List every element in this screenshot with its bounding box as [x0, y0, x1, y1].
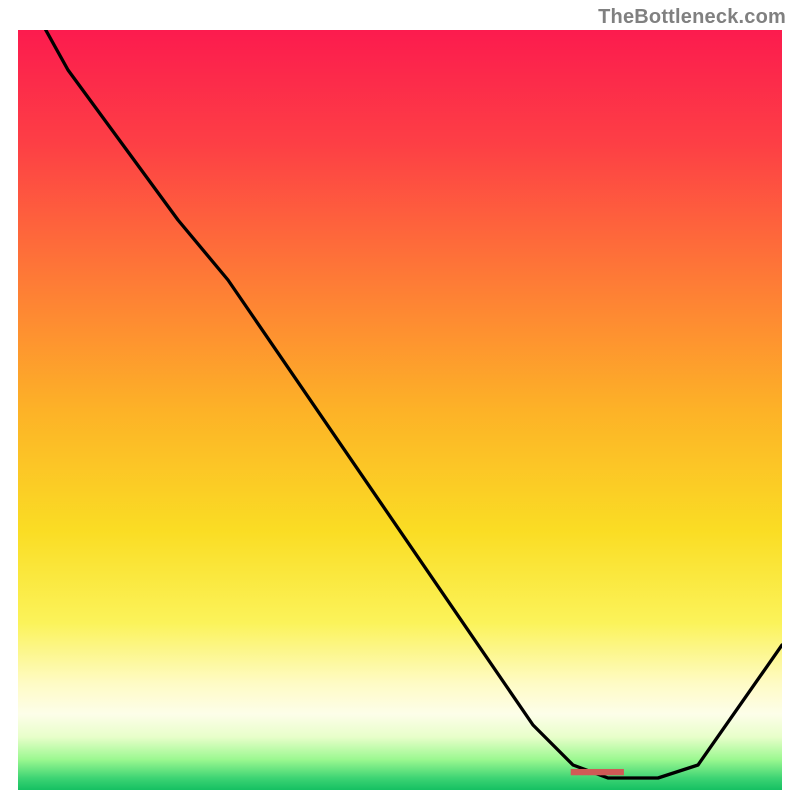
- highlight-label: ■■■■■■■■■: [570, 764, 623, 779]
- chart-area: ■■■■■■■■■: [18, 30, 782, 790]
- attribution-text: TheBottleneck.com: [598, 6, 786, 29]
- line-curve: [18, 30, 782, 790]
